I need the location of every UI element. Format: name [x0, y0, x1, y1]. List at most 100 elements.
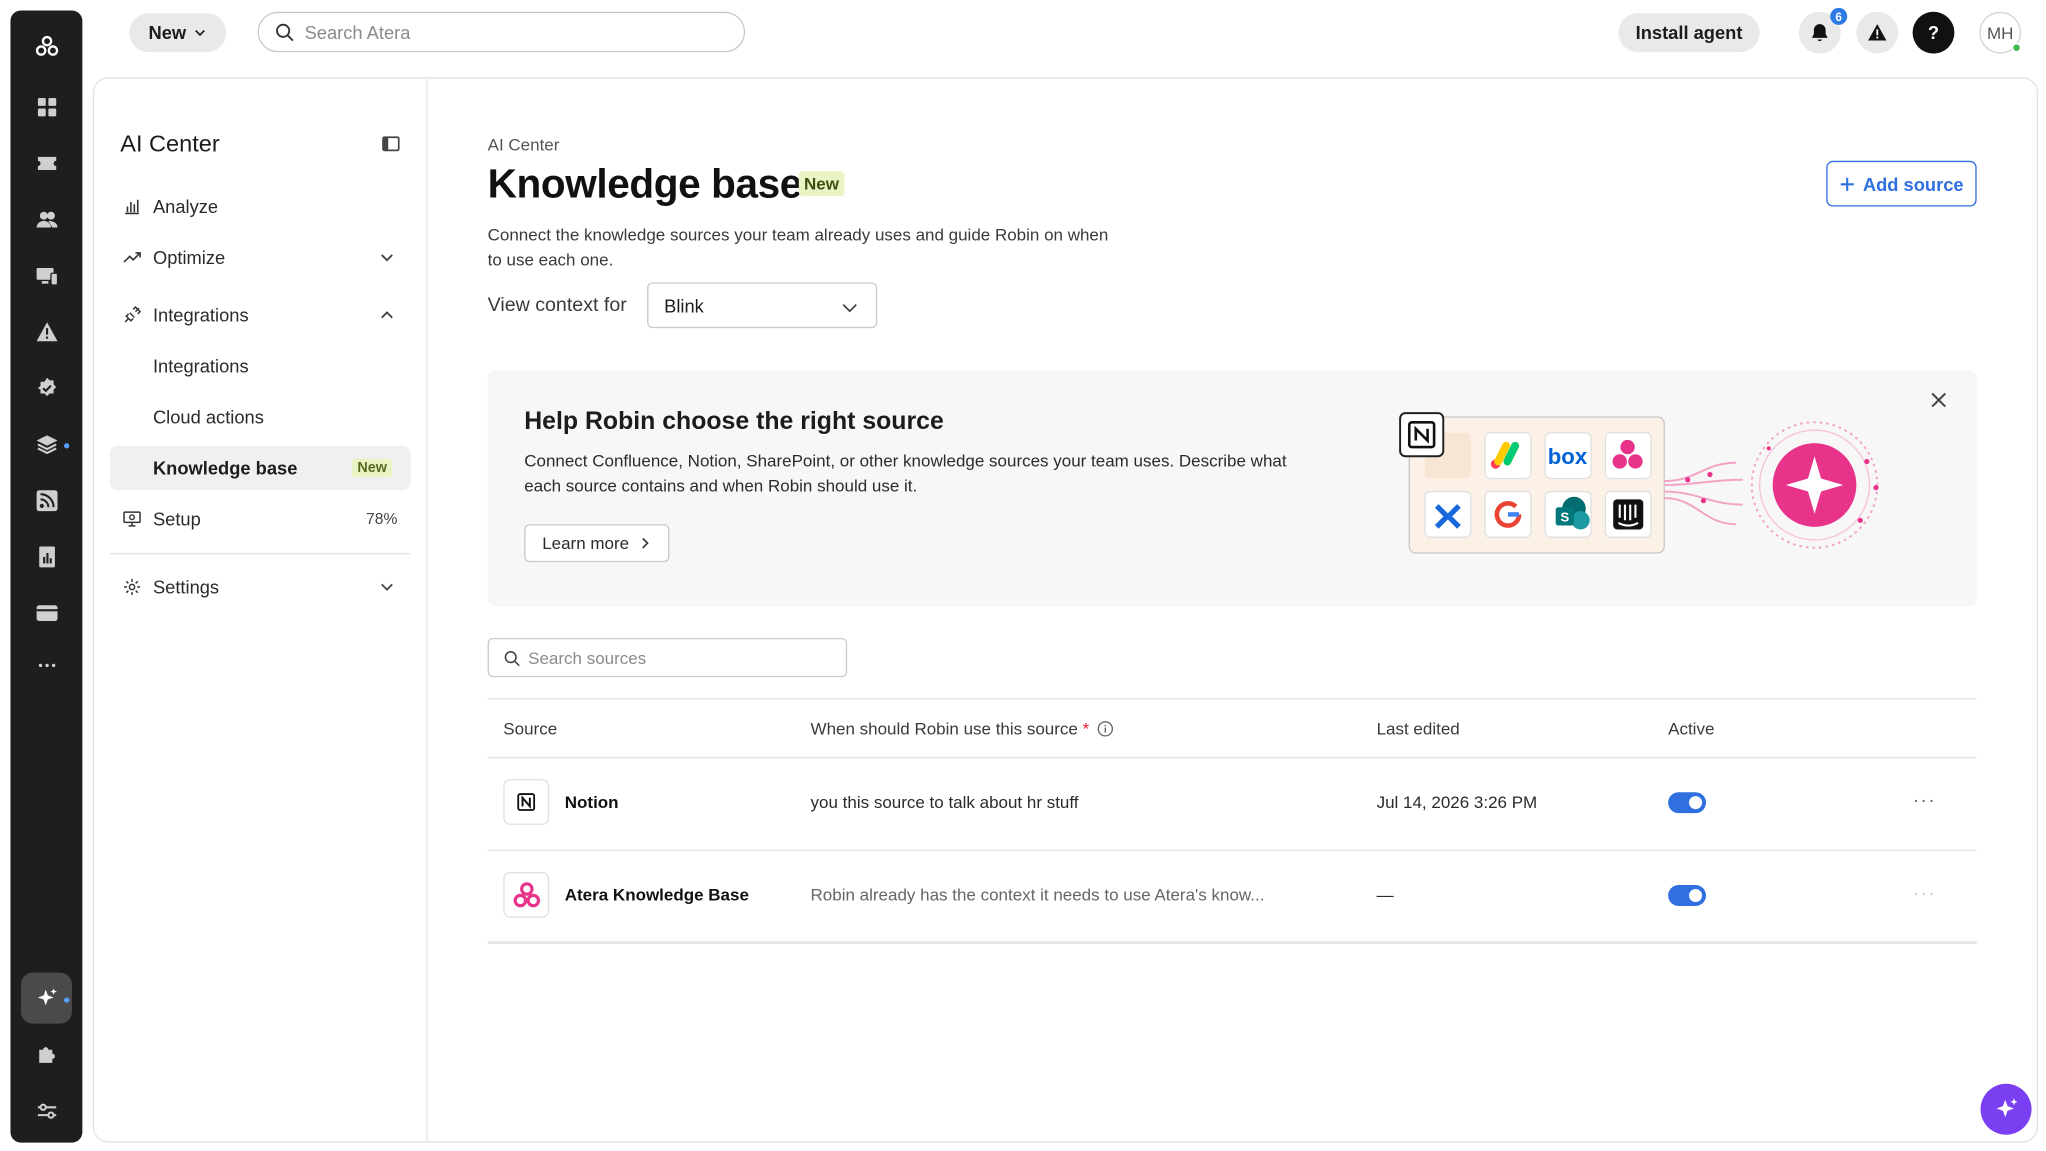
required-mark: * [1082, 719, 1090, 739]
add-source-button[interactable]: Add source [1826, 160, 1977, 207]
source-when[interactable]: you this source to talk about hr stuff [811, 792, 1079, 812]
global-search-input[interactable] [304, 21, 697, 43]
table-bottom-border [487, 941, 1977, 944]
nav-analyze[interactable]: Analyze [110, 184, 411, 228]
nav-settings-label: Settings [152, 576, 220, 598]
chevron-down-icon [842, 304, 857, 313]
plus-icon [1840, 177, 1854, 191]
page-description: Connect the knowledge sources your team … [487, 224, 1109, 270]
row-more-menu-icon: ··· [1912, 882, 1937, 905]
col-last-edited[interactable]: Last edited [1377, 719, 1460, 739]
app: New Install agent 6 ? MH AI Center Analy… [0, 0, 2046, 1151]
nav-optimize-label: Optimize [152, 247, 226, 268]
source-when: Robin already has the context it needs t… [810, 885, 1265, 905]
atera-logo-icon[interactable] [10, 27, 82, 66]
ai-center-nav-panel: AI Center Analyze Optimize Integrations … [94, 78, 428, 1142]
ai-center-title: AI Center [120, 130, 220, 157]
nav-divider [109, 552, 411, 555]
chevron-right-icon [642, 537, 649, 549]
chevron-up-icon [381, 311, 393, 319]
setup-progress-value: 78% [366, 509, 398, 529]
customers-icon[interactable] [10, 200, 82, 239]
source-name[interactable]: Atera Knowledge Base [565, 885, 749, 905]
search-icon [276, 23, 294, 42]
svg-text:?: ? [1928, 22, 1939, 43]
nav-sub-knowledge-base-label: Knowledge base [152, 457, 298, 479]
source-last-edited: Jul 14, 2026 3:26 PM [1376, 792, 1538, 812]
chevron-down-icon [195, 29, 206, 37]
setup-monitor-icon [122, 509, 143, 530]
extensions-puzzle-icon[interactable] [10, 1035, 82, 1074]
context-select[interactable]: Blink [647, 282, 878, 329]
nav-integrations[interactable]: Integrations [110, 293, 411, 337]
patch-icon[interactable] [10, 369, 82, 408]
warning-icon[interactable] [1856, 11, 1899, 54]
breadcrumb[interactable]: AI Center [488, 135, 560, 155]
online-status-dot [2011, 43, 2022, 53]
banner-text: Connect Confluence, Notion, SharePoint, … [524, 451, 1287, 496]
integrations-illustration: box S [1399, 412, 1879, 554]
help-icon[interactable]: ? [1912, 11, 1955, 54]
nav-sub-integrations-label: Integrations [152, 355, 249, 377]
add-source-label: Add source [1862, 173, 1964, 195]
chevron-down-icon [381, 254, 393, 262]
main-nav-rail [10, 10, 83, 1143]
source-last-edited: — [1376, 885, 1394, 905]
search-icon [504, 650, 520, 666]
row-divider [487, 849, 1977, 852]
notification-count-badge: 6 [1830, 7, 1848, 25]
svg-text:box: box [1548, 444, 1588, 469]
nav-optimize[interactable]: Optimize [110, 235, 411, 279]
global-search[interactable] [257, 11, 746, 53]
info-icon[interactable] [1097, 720, 1114, 737]
ai-sparkle-icon[interactable] [10, 979, 82, 1018]
new-button[interactable]: New [129, 13, 227, 53]
sparkle-icon [1995, 1097, 2017, 1117]
new-tag: New [352, 458, 393, 478]
dashboard-icon[interactable] [10, 88, 82, 127]
col-source[interactable]: Source [503, 719, 557, 739]
reports-rss-icon[interactable] [10, 481, 82, 520]
banner-title: Help Robin choose the right source [524, 407, 944, 436]
title-new-tag: New [798, 171, 845, 197]
devices-icon[interactable] [10, 256, 82, 295]
close-icon[interactable] [1930, 391, 1948, 409]
new-button-label: New [148, 22, 187, 44]
learn-more-button[interactable]: Learn more [524, 524, 670, 563]
col-when-label: When should Robin use this source [810, 719, 1078, 739]
wallet-icon[interactable] [10, 594, 82, 633]
active-toggle[interactable] [1668, 885, 1707, 906]
tickets-icon[interactable] [10, 144, 82, 183]
gear-icon [122, 577, 143, 598]
source-name[interactable]: Notion [565, 792, 619, 812]
more-apps-icon[interactable] [10, 646, 82, 685]
nav-sub-cloud-actions[interactable]: Cloud actions [110, 395, 411, 439]
alerts-icon[interactable] [10, 312, 82, 351]
software-layers-icon[interactable] [10, 425, 82, 464]
notion-logo-icon [503, 779, 550, 825]
svg-text:S: S [1560, 510, 1569, 525]
nav-settings[interactable]: Settings [110, 565, 411, 609]
sources-search[interactable] [487, 637, 848, 678]
help-banner: Help Robin choose the right source Conne… [487, 369, 1977, 607]
nav-sub-integrations[interactable]: Integrations [110, 344, 411, 388]
sources-search-input[interactable] [528, 647, 816, 668]
collapse-panel-icon[interactable] [382, 135, 400, 153]
ai-indicator-dot [64, 997, 70, 1003]
row-more-menu-icon[interactable]: ··· [1913, 790, 1937, 812]
nav-sub-cloud-actions-label: Cloud actions [152, 406, 264, 428]
nav-integrations-label: Integrations [152, 304, 249, 326]
nav-analyze-label: Analyze [152, 196, 219, 218]
nav-setup[interactable]: Setup 78% [110, 497, 411, 541]
nav-sub-knowledge-base[interactable]: Knowledge base New [109, 445, 411, 491]
header-divider [487, 756, 1977, 759]
install-agent-button[interactable]: Install agent [1618, 13, 1760, 53]
billing-icon[interactable] [10, 537, 82, 576]
col-when[interactable]: When should Robin use this source * [811, 719, 1114, 739]
admin-sliders-icon[interactable] [10, 1092, 82, 1131]
robin-assistant-button[interactable] [1980, 1083, 2032, 1135]
view-context-label: View context for [487, 294, 627, 317]
active-toggle[interactable] [1668, 792, 1707, 814]
col-active[interactable]: Active [1668, 719, 1714, 739]
table-top-border [487, 698, 1977, 700]
